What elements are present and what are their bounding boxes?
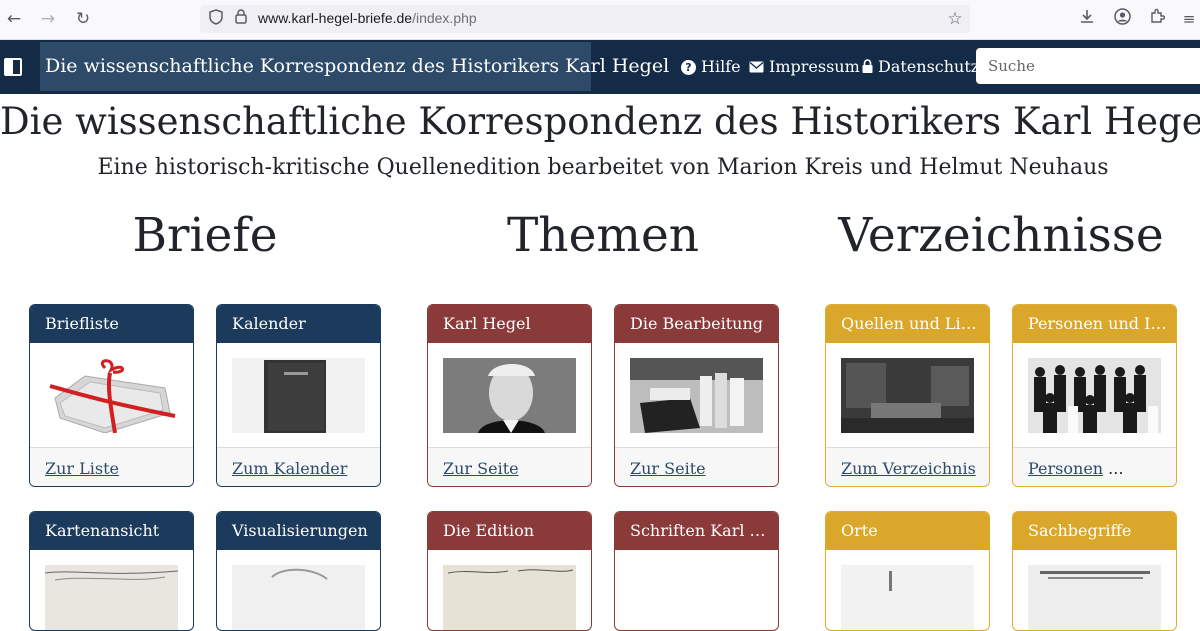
card-image-area	[1013, 343, 1176, 448]
card-title: Kartenansicht	[30, 512, 193, 550]
visualization-image[interactable]	[232, 565, 365, 631]
letters-bundle-image[interactable]	[45, 358, 178, 433]
card-sachbegriffe: Sachbegriffe	[1012, 511, 1177, 631]
manuscript-image[interactable]	[443, 565, 576, 631]
document-page-image[interactable]	[1028, 565, 1161, 631]
site-brand[interactable]: Die wissenschaftliche Korrespondenz des …	[40, 42, 669, 91]
karl-hegel-link[interactable]: Zur Seite	[443, 459, 519, 478]
star-icon[interactable]: ☆	[945, 9, 965, 29]
quellen-link[interactable]: Zum Verzeichnis	[841, 459, 976, 478]
search-input[interactable]	[976, 48, 1200, 84]
card-footer: Zum Verzeichnis	[826, 448, 989, 486]
card-footer: Zur Liste	[30, 448, 193, 486]
card-image-area	[615, 550, 778, 630]
card-title: Sachbegriffe	[1013, 512, 1176, 550]
bearbeitung-link[interactable]: Zur Seite	[630, 459, 706, 478]
site-navbar: Die wissenschaftliche Korrespondenz des …	[0, 40, 1200, 94]
briefliste-link[interactable]: Zur Liste	[45, 459, 119, 478]
lock-icon	[862, 41, 873, 95]
sidebar-toggle-icon[interactable]	[4, 58, 22, 76]
imprint-link[interactable]: Impressum	[749, 40, 860, 94]
card-image-area	[826, 343, 989, 448]
url-text[interactable]: www.karl-hegel-briefe.de/index.php	[258, 10, 477, 26]
card-schriften-karl-hegel: Schriften Karl He...	[614, 511, 779, 631]
section-title-verzeichnisse: Verzeichnisse	[838, 208, 1164, 263]
card-image-area	[217, 550, 380, 631]
library-room-image[interactable]	[841, 358, 974, 433]
forward-icon[interactable]: →	[37, 8, 59, 30]
envelope-icon	[749, 41, 764, 95]
card-image-area	[217, 343, 380, 448]
card-visualisierungen: Visualisierungen	[216, 511, 381, 631]
card-quellen-und-literatur: Quellen und Liter... Zum Verzeichnis	[825, 304, 990, 487]
personen-more[interactable]: ...	[1103, 459, 1123, 478]
kalender-link[interactable]: Zum Kalender	[232, 459, 347, 478]
card-title: Briefliste	[30, 305, 193, 343]
archive-work-image[interactable]	[630, 358, 763, 433]
help-link[interactable]: ? Hilfe	[681, 40, 741, 94]
card-footer: Personen ...	[1013, 448, 1176, 486]
card-title: Die Bearbeitung	[615, 305, 778, 343]
lock-icon[interactable]	[231, 9, 251, 29]
card-image-area	[30, 343, 193, 448]
card-title: Kalender	[217, 305, 380, 343]
card-image-area	[30, 550, 193, 631]
section-title-briefe: Briefe	[132, 208, 278, 263]
section-title-themen: Themen	[506, 208, 700, 263]
card-title: Quellen und Liter...	[826, 305, 989, 343]
card-personen-und-institutionen: Personen und Ins... Personen ...	[1012, 304, 1177, 487]
card-image-area	[826, 550, 989, 631]
card-footer: Zur Seite	[428, 448, 591, 486]
help-icon: ?	[681, 60, 696, 75]
page-title: Die wissenschaftliche Korrespondenz des …	[0, 100, 1200, 143]
card-title: Visualisierungen	[217, 512, 380, 550]
card-image-area	[615, 343, 778, 448]
group-photo-image[interactable]	[1028, 358, 1161, 433]
card-die-edition: Die Edition	[427, 511, 592, 631]
reload-icon[interactable]: ↻	[72, 8, 94, 30]
url-path: /index.php	[412, 10, 477, 26]
city-view-image[interactable]	[841, 565, 974, 631]
url-host: www.karl-hegel-briefe.de	[258, 10, 413, 26]
back-icon[interactable]: ←	[3, 8, 25, 30]
page-subtitle: Eine historisch-kritische Quellenedition…	[97, 155, 1109, 180]
card-footer: Zum Kalender	[217, 448, 380, 486]
card-karl-hegel: Karl Hegel Zur Seite	[427, 304, 592, 487]
calendar-book-image[interactable]	[232, 358, 365, 433]
imprint-label: Impressum	[769, 57, 860, 76]
card-title: Orte	[826, 512, 989, 550]
card-title: Karl Hegel	[428, 305, 591, 343]
browser-toolbar: ← → ↻ www.karl-hegel-briefe.de/index.php…	[0, 0, 1200, 40]
card-die-bearbeitung: Die Bearbeitung Zur Seite	[614, 304, 779, 487]
privacy-label: Datenschutz	[878, 57, 980, 76]
extensions-icon[interactable]	[1146, 8, 1168, 30]
card-image-area	[428, 550, 591, 631]
card-title: Personen und Ins...	[1013, 305, 1176, 343]
shield-icon[interactable]	[206, 9, 226, 29]
help-label: Hilfe	[701, 57, 741, 76]
card-footer: Zur Seite	[615, 448, 778, 486]
card-title: Schriften Karl He...	[615, 512, 778, 550]
menu-icon[interactable]: ≡	[1178, 8, 1200, 30]
download-icon[interactable]	[1076, 8, 1098, 30]
karl-hegel-portrait-image[interactable]	[443, 358, 576, 433]
card-image-area	[1013, 550, 1176, 631]
card-orte: Orte	[825, 511, 990, 631]
card-kalender: Kalender Zum Kalender	[216, 304, 381, 487]
account-icon[interactable]	[1111, 8, 1133, 30]
privacy-link[interactable]: Datenschutz	[862, 40, 979, 94]
card-kartenansicht: Kartenansicht	[29, 511, 194, 631]
map-image[interactable]	[45, 565, 178, 631]
card-image-area	[428, 343, 591, 448]
card-briefliste: Briefliste Zur Liste	[29, 304, 194, 487]
personen-link[interactable]: Personen	[1028, 459, 1103, 478]
card-title: Die Edition	[428, 512, 591, 550]
address-bar[interactable]: www.karl-hegel-briefe.de/index.php ☆	[200, 5, 970, 33]
